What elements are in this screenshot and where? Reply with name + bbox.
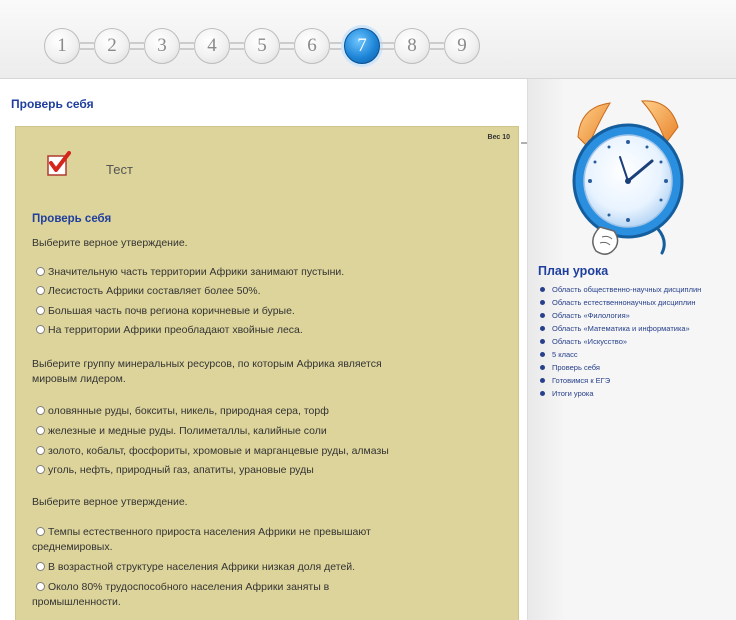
radio-button[interactable] xyxy=(36,325,45,334)
step-9-button[interactable]: 9 xyxy=(444,28,480,64)
question-1-option-2[interactable]: Лесистость Африки составляет более 50%. xyxy=(36,284,261,298)
step-connector xyxy=(230,42,244,50)
option-label: уголь, нефть, природный газ, апатиты, ур… xyxy=(48,464,314,476)
plan-item-art[interactable]: Область «Искусство» xyxy=(538,336,728,347)
radio-button[interactable] xyxy=(36,426,45,435)
plan-item-natural-sciences[interactable]: Область естественнонаучных дисциплин xyxy=(538,297,728,308)
radio-button[interactable] xyxy=(36,562,45,571)
option-label: Около 80% трудоспособного населения Афри… xyxy=(48,581,330,593)
step-connector xyxy=(380,42,394,50)
step-connector xyxy=(430,42,444,50)
option-label: Большая часть почв региона коричневые и … xyxy=(48,305,295,317)
question-2-option-4[interactable]: уголь, нефть, природный газ, апатиты, ур… xyxy=(36,463,314,477)
plan-item-grade-5[interactable]: 5 класс xyxy=(538,349,728,360)
main-content: Проверь себя Вес 10 Тест Проверь себя Вы… xyxy=(0,79,529,620)
plan-item-philology[interactable]: Область «Филология» xyxy=(538,310,728,321)
step-connector xyxy=(330,42,344,50)
radio-button[interactable] xyxy=(36,527,45,536)
radio-button[interactable] xyxy=(36,446,45,455)
option-label: железные и медные руды. Полиметаллы, кал… xyxy=(48,425,327,437)
radio-button[interactable] xyxy=(36,465,45,474)
step-8-button[interactable]: 8 xyxy=(394,28,430,64)
right-sidebar: План урока Область общественно-научных д… xyxy=(527,79,736,620)
question-3-option-3-continuation: промышленности. xyxy=(32,596,121,608)
question-2-prompt-line-2: мировым лидером. xyxy=(32,373,126,385)
step-6-button[interactable]: 6 xyxy=(294,28,330,64)
step-connector xyxy=(280,42,294,50)
plan-item-math-informatics[interactable]: Область «Математика и информатика» xyxy=(538,323,728,334)
alarm-clock-icon xyxy=(572,100,684,255)
step-1-button[interactable]: 1 xyxy=(44,28,80,64)
test-checkmark-icon xyxy=(47,151,71,176)
option-label: оловянные руды, бокситы, никель, природн… xyxy=(48,405,329,417)
question-2-prompt-line-1: Выберите группу минеральных ресурсов, по… xyxy=(32,358,382,370)
lesson-step-bar: 1 2 3 4 5 6 7 8 9 xyxy=(0,0,736,79)
question-1-option-3[interactable]: Большая часть почв региона коричневые и … xyxy=(36,304,295,318)
step-connector xyxy=(180,42,194,50)
plan-item-lesson-summary[interactable]: Итоги урока xyxy=(538,388,728,399)
test-panel: Вес 10 Тест Проверь себя Выберите верное… xyxy=(15,126,519,620)
radio-button[interactable] xyxy=(36,306,45,315)
plan-item-exam-prep[interactable]: Готовимся к ЕГЭ xyxy=(538,375,728,386)
step-2-button[interactable]: 2 xyxy=(94,28,130,64)
question-1-option-1[interactable]: Значительную часть территории Африки зан… xyxy=(36,265,344,279)
question-1-prompt: Выберите верное утверждение. xyxy=(32,237,188,249)
radio-button[interactable] xyxy=(36,582,45,591)
question-1-option-4[interactable]: На территории Африки преобладают хвойные… xyxy=(36,323,303,337)
option-label: На территории Африки преобладают хвойные… xyxy=(48,324,303,336)
radio-button[interactable] xyxy=(36,267,45,276)
question-3-prompt: Выберите верное утверждение. xyxy=(32,496,188,508)
question-3-option-3[interactable]: Около 80% трудоспособного населения Афри… xyxy=(36,580,329,594)
step-5-button[interactable]: 5 xyxy=(244,28,280,64)
radio-button[interactable] xyxy=(36,406,45,415)
option-label: Лесистость Африки составляет более 50%. xyxy=(48,285,261,297)
check-yourself-heading: Проверь себя xyxy=(32,213,112,225)
question-2-option-3[interactable]: золото, кобальт, фосфориты, хромовые и м… xyxy=(36,444,389,458)
section-heading: Проверь себя xyxy=(11,97,94,111)
step-connector xyxy=(80,42,94,50)
test-title: Тест xyxy=(106,162,133,177)
question-3-option-2[interactable]: В возрастной структуре населения Африки … xyxy=(36,560,355,574)
plan-item-social-sciences[interactable]: Область общественно-научных дисциплин xyxy=(538,284,728,295)
option-label: Темпы естественного прироста населения А… xyxy=(48,526,371,538)
step-3-button[interactable]: 3 xyxy=(144,28,180,64)
question-2-option-1[interactable]: оловянные руды, бокситы, никель, природн… xyxy=(36,404,329,418)
step-4-button[interactable]: 4 xyxy=(194,28,230,64)
option-label: В возрастной структуре населения Африки … xyxy=(48,561,356,573)
question-3-option-1[interactable]: Темпы естественного прироста населения А… xyxy=(36,525,371,539)
option-label: Значительную часть территории Африки зан… xyxy=(48,266,345,278)
plan-item-check-yourself[interactable]: Проверь себя xyxy=(538,362,728,373)
question-2-option-2[interactable]: железные и медные руды. Полиметаллы, кал… xyxy=(36,424,327,438)
step-7-button[interactable]: 7 xyxy=(344,28,380,64)
question-3-option-1-continuation: среднемировых. xyxy=(32,541,113,553)
weight-label: Вес 10 xyxy=(487,134,510,141)
option-label: золото, кобальт, фосфориты, хромовые и м… xyxy=(48,445,389,457)
radio-button[interactable] xyxy=(36,286,45,295)
step-connector xyxy=(130,42,144,50)
lesson-plan-heading: План урока xyxy=(538,264,609,278)
lesson-plan-list: Область общественно-научных дисциплин Об… xyxy=(538,284,728,401)
